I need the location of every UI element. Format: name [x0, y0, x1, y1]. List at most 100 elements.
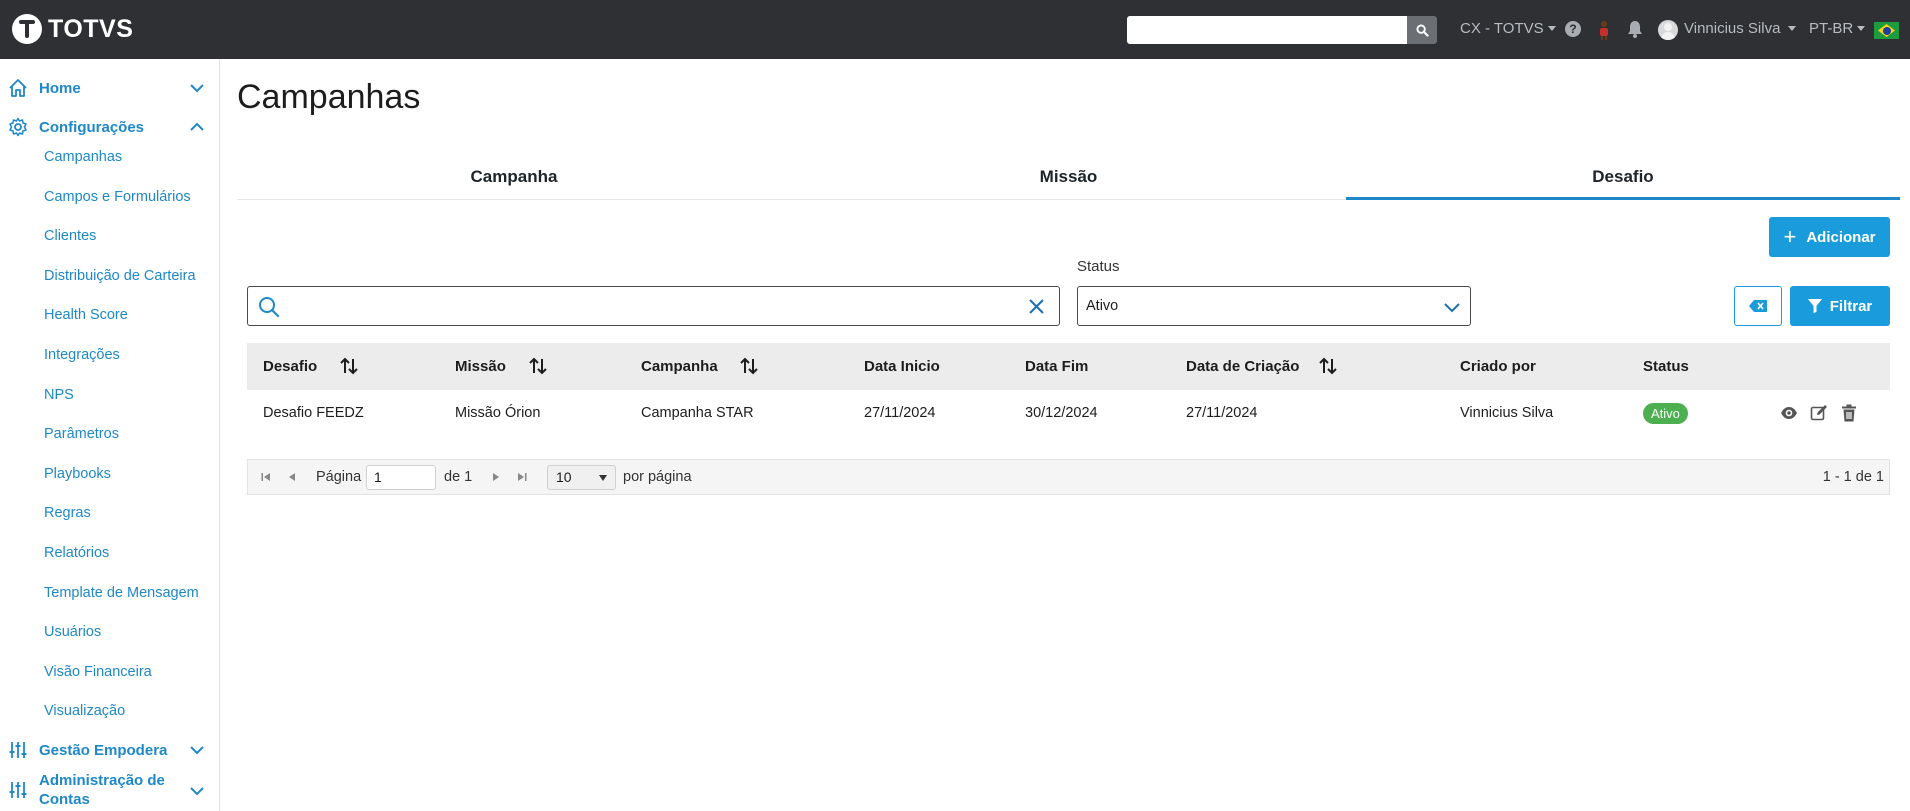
- last-page-icon[interactable]: [516, 471, 528, 483]
- page-title: Campanhas: [237, 78, 421, 116]
- page-size-value: 10: [556, 469, 572, 485]
- column-header-desafio: Desafio: [263, 358, 318, 375]
- filter-button-label: Filtrar: [1829, 297, 1873, 315]
- search-field: [247, 286, 1060, 326]
- global-search: [1127, 16, 1437, 44]
- company-dropdown[interactable]: CX - TOTVS: [1460, 20, 1556, 37]
- page-size-select[interactable]: 10: [547, 465, 616, 490]
- sidebar-group-label: Configurações: [39, 119, 145, 136]
- sidebar-group-configuracoes[interactable]: Configurações: [0, 107, 219, 147]
- gear-icon: [9, 117, 27, 137]
- column-header-data-criacao: Data de Criação: [1186, 358, 1300, 375]
- home-icon: [9, 79, 27, 97]
- page-number-input[interactable]: 1: [366, 465, 436, 490]
- sidebar-item-template-mensagem[interactable]: Template de Mensagem: [44, 585, 199, 601]
- chevron-down-icon: [1444, 303, 1460, 313]
- user-avatar[interactable]: [1658, 20, 1678, 40]
- sidebar-group-gestao-empodera[interactable]: Gestão Empodera: [0, 730, 219, 770]
- chevron-up-icon: [190, 122, 204, 131]
- sidebar-item-nps[interactable]: NPS: [44, 387, 74, 403]
- filter-button[interactable]: Filtrar: [1790, 286, 1890, 326]
- page-total-label: de 1: [444, 469, 473, 485]
- totvs-logo[interactable]: TOTVS: [12, 14, 133, 44]
- status-filter-label: Status: [1077, 258, 1120, 275]
- search-icon: [1415, 23, 1429, 37]
- edit-icon[interactable]: [1810, 404, 1828, 422]
- trash-icon[interactable]: [1840, 404, 1858, 422]
- tab-desafio[interactable]: Desafio: [1346, 160, 1900, 200]
- chevron-down-icon: [190, 84, 204, 93]
- sidebar-item-integracoes[interactable]: Integrações: [44, 347, 120, 363]
- sidebar-item-campanhas[interactable]: Campanhas: [44, 149, 122, 165]
- sidebar-group-label: Gestão Empodera: [39, 742, 168, 759]
- column-header-data-fim: Data Fim: [1025, 358, 1089, 375]
- sidebar-item-playbooks[interactable]: Playbooks: [44, 466, 111, 482]
- sidebar-group-label: Home: [39, 80, 81, 97]
- status-select[interactable]: Ativo: [1077, 286, 1471, 326]
- search-icon: [259, 297, 280, 318]
- cell-desafio: Desafio FEEDZ: [263, 405, 364, 421]
- column-header-campanha: Campanha: [641, 358, 718, 375]
- cell-data-inicio: 27/11/2024: [864, 405, 936, 421]
- sidebar-item-health-score[interactable]: Health Score: [44, 307, 128, 323]
- person-figure-icon[interactable]: [1597, 20, 1611, 40]
- company-label: CX - TOTVS: [1460, 20, 1544, 37]
- clear-filter-button[interactable]: [1734, 286, 1782, 326]
- sidebar-item-clientes[interactable]: Clientes: [44, 228, 96, 244]
- backspace-icon: [1749, 300, 1767, 312]
- totvs-logo-icon: [12, 14, 42, 44]
- close-icon[interactable]: [1028, 298, 1045, 315]
- sort-icon[interactable]: [339, 356, 359, 376]
- tab-missao[interactable]: Missão: [791, 160, 1346, 200]
- sidebar-group-administracao-contas[interactable]: Administração de Contas: [0, 770, 219, 811]
- top-bar: TOTVS CX - TOTVS ? Vinnicius Silva PT-BR: [0, 0, 1910, 59]
- status-select-value: Ativo: [1086, 298, 1119, 314]
- sidebar-item-regras[interactable]: Regras: [44, 505, 91, 521]
- sidebar-group-home[interactable]: Home: [0, 68, 219, 108]
- chevron-down-icon: [190, 746, 204, 755]
- cell-criado-por: Vinnicius Silva: [1460, 405, 1554, 421]
- page-label: Página: [316, 469, 362, 485]
- brazil-flag-icon[interactable]: [1874, 22, 1899, 39]
- cell-data-fim: 30/12/2024: [1025, 405, 1098, 421]
- range-label: 1 - 1 de 1: [1822, 469, 1884, 485]
- column-header-data-inicio: Data Inicio: [864, 358, 940, 375]
- sort-icon[interactable]: [528, 356, 548, 376]
- sidebar-item-distribuicao-carteira[interactable]: Distribuição de Carteira: [44, 268, 196, 284]
- previous-page-icon[interactable]: [286, 471, 298, 483]
- next-page-icon[interactable]: [490, 471, 502, 483]
- help-icon[interactable]: ?: [1565, 21, 1581, 37]
- tab-campanha[interactable]: Campanha: [237, 160, 791, 200]
- cell-missao: Missão Órion: [455, 405, 541, 421]
- logo-text: TOTVS: [48, 14, 134, 43]
- column-header-status: Status: [1643, 358, 1689, 375]
- user-name: Vinnicius Silva: [1684, 20, 1781, 37]
- sidebar-item-relatorios[interactable]: Relatórios: [44, 545, 109, 561]
- tab-bar: Campanha Missão Desafio: [237, 160, 1900, 200]
- sidebar-item-parametros[interactable]: Parâmetros: [44, 426, 119, 442]
- global-search-input[interactable]: [1127, 16, 1407, 44]
- sidebar-item-campos-formularios[interactable]: Campos e Formulários: [44, 189, 191, 205]
- sidebar: Home Configurações Campanhas Campos e Fo…: [0, 59, 220, 811]
- add-button[interactable]: + Adicionar: [1769, 217, 1890, 257]
- eye-icon[interactable]: [1780, 404, 1798, 422]
- column-header-criado-por: Criado por: [1460, 358, 1536, 375]
- search-input[interactable]: [288, 293, 1008, 319]
- sort-icon[interactable]: [739, 356, 759, 376]
- first-page-icon[interactable]: [260, 471, 272, 483]
- language-dropdown[interactable]: PT-BR: [1809, 20, 1866, 37]
- column-header-missao: Missão: [455, 358, 506, 375]
- sliders-icon: [9, 782, 27, 798]
- sort-icon[interactable]: [1318, 356, 1338, 376]
- language-label: PT-BR: [1809, 20, 1854, 37]
- sidebar-item-usuarios[interactable]: Usuários: [44, 624, 101, 640]
- user-menu[interactable]: Vinnicius Silva: [1684, 20, 1797, 37]
- sidebar-item-visao-financeira[interactable]: Visão Financeira: [44, 664, 152, 680]
- chevron-down-icon: [190, 787, 204, 796]
- sidebar-item-visualizacao[interactable]: Visualização: [44, 703, 125, 719]
- add-button-label: Adicionar: [1806, 228, 1876, 246]
- cell-campanha: Campanha STAR: [641, 405, 754, 421]
- bell-icon[interactable]: [1627, 20, 1643, 38]
- caret-down-icon: [599, 475, 607, 481]
- global-search-button[interactable]: [1407, 16, 1437, 44]
